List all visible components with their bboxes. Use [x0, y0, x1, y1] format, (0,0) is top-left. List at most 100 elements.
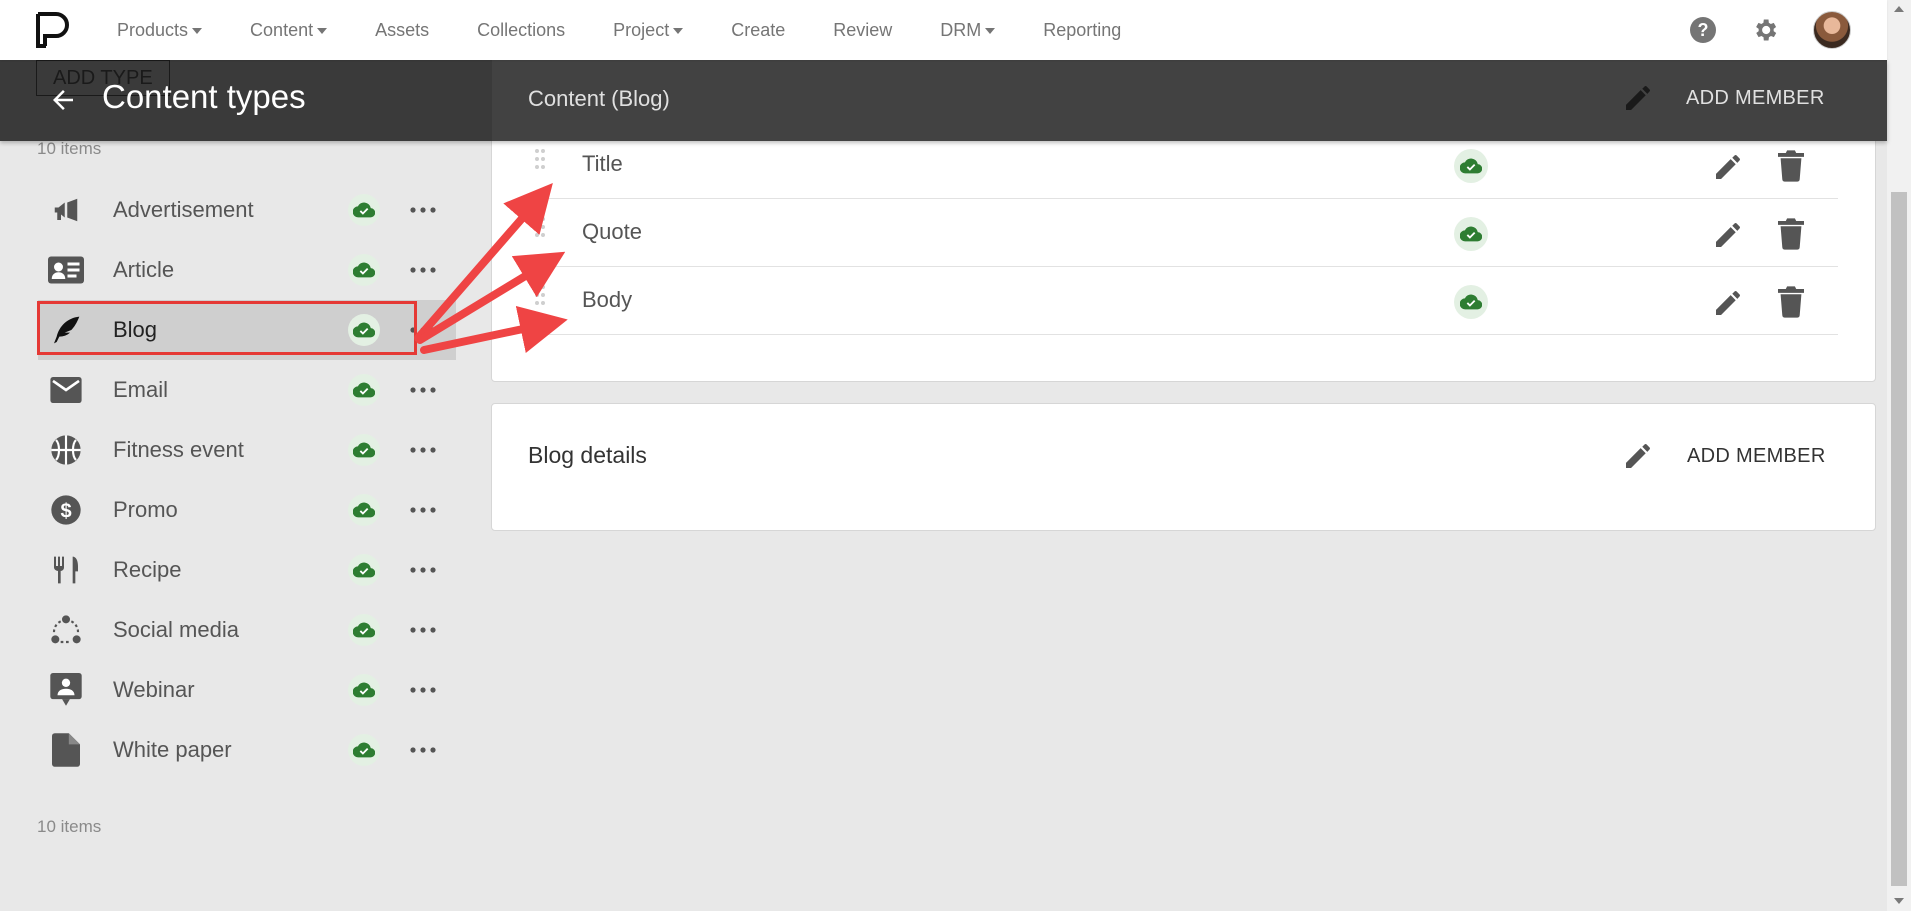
cloud-check-icon — [348, 254, 380, 286]
content-type-advertisement[interactable]: Advertisement — [38, 180, 456, 240]
item-count-top: 10 items — [37, 139, 102, 158]
member-label: Body — [582, 287, 633, 312]
more-options-icon[interactable] — [408, 315, 438, 345]
utensils-icon — [48, 552, 84, 588]
page-title: Content types — [102, 78, 306, 115]
nav-label: Collections — [477, 19, 566, 40]
more-options-icon[interactable] — [408, 675, 438, 705]
scroll-up-icon[interactable] — [1894, 6, 1904, 12]
content-type-label: Recipe — [113, 557, 182, 582]
help-icon[interactable]: ? — [1689, 16, 1717, 44]
delete-trash-icon[interactable] — [1778, 150, 1804, 187]
more-options-icon[interactable] — [408, 435, 438, 465]
more-options-icon[interactable] — [408, 495, 438, 525]
megaphone-icon — [48, 192, 84, 228]
svg-text:?: ? — [1698, 20, 1709, 40]
blog-details-title: Blog details — [528, 442, 647, 468]
cloud-check-icon — [1454, 149, 1488, 183]
member-row-quote: Quote — [492, 199, 1838, 267]
nav-label: Reporting — [1043, 19, 1122, 40]
presenter-icon — [48, 672, 84, 708]
content-type-email[interactable]: Email — [38, 360, 456, 420]
more-options-icon[interactable] — [408, 735, 438, 765]
nav-label: Project — [613, 19, 670, 40]
scroll-down-icon[interactable] — [1894, 898, 1904, 904]
content-type-label: Social media — [113, 617, 239, 642]
nav-right: ? — [1655, 0, 1851, 60]
content-type-label: Email — [113, 377, 169, 402]
edit-pencil-icon[interactable] — [1712, 287, 1744, 324]
delete-trash-icon[interactable] — [1778, 218, 1804, 255]
edit-pencil-icon[interactable] — [1622, 440, 1654, 477]
scrollbar[interactable] — [1887, 0, 1911, 911]
caret-down-icon — [673, 28, 684, 34]
top-navigation: Products Content Assets Collections Project C… — [0, 0, 1887, 60]
add-member-button[interactable]: ADD MEMBER — [1686, 87, 1825, 110]
envelope-icon — [48, 372, 84, 408]
content-type-fitness-event[interactable]: Fitness event — [38, 420, 456, 480]
content-type-promo[interactable]: $ Promo — [38, 480, 456, 540]
more-options-icon[interactable] — [408, 255, 438, 285]
content-type-label: Article — [113, 257, 175, 282]
feather-icon — [48, 312, 84, 348]
nav-content[interactable]: Content — [250, 20, 328, 41]
content-type-label: Promo — [113, 497, 178, 522]
cloud-check-icon — [348, 734, 380, 766]
drag-handle-icon[interactable] — [534, 283, 546, 316]
cloud-check-icon — [348, 614, 380, 646]
more-options-icon[interactable] — [408, 555, 438, 585]
nav-products[interactable]: Products — [117, 20, 203, 41]
nav-assets[interactable]: Assets — [375, 20, 429, 41]
more-options-icon[interactable] — [408, 615, 438, 645]
member-row-body: Body — [492, 267, 1838, 335]
delete-trash-icon[interactable] — [1778, 286, 1804, 323]
more-options-icon[interactable] — [408, 375, 438, 405]
content-type-social-media[interactable]: Social media — [38, 600, 456, 660]
back-arrow-icon[interactable] — [48, 85, 78, 120]
cloud-check-icon — [1454, 217, 1488, 251]
edit-pencil-icon[interactable] — [1712, 219, 1744, 256]
more-options-icon[interactable] — [408, 195, 438, 225]
gear-icon[interactable] — [1751, 16, 1779, 44]
member-label: Quote — [582, 219, 642, 244]
caret-down-icon — [317, 28, 328, 34]
share-network-icon — [48, 612, 84, 648]
user-avatar[interactable] — [1813, 11, 1851, 49]
nav-menu: Products Content Assets Collections Project C… — [117, 0, 1169, 60]
cloud-check-icon — [348, 434, 380, 466]
item-count-bottom: 10 items — [37, 817, 102, 836]
nav-label: Create — [731, 19, 786, 40]
scroll-thumb[interactable] — [1891, 192, 1907, 886]
dollar-icon: $ — [48, 492, 84, 528]
document-icon — [48, 732, 84, 768]
edit-pencil-icon[interactable] — [1622, 82, 1654, 119]
nav-project[interactable]: Project — [613, 19, 684, 41]
svg-text:$: $ — [60, 500, 71, 522]
content-type-webinar[interactable]: Webinar — [38, 660, 456, 720]
add-member-button[interactable]: ADD MEMBER — [1687, 445, 1826, 468]
cloud-check-icon — [1454, 285, 1488, 319]
content-type-label: Blog — [113, 317, 158, 342]
nav-drm[interactable]: DRM — [940, 19, 996, 41]
content-type-article[interactable]: Article — [38, 240, 456, 300]
content-type-label: White paper — [113, 737, 232, 762]
nav-review[interactable]: Review — [833, 20, 892, 41]
drag-handle-icon[interactable] — [534, 147, 546, 180]
edit-pencil-icon[interactable] — [1712, 151, 1744, 188]
cloud-check-icon — [348, 494, 380, 526]
blog-details-panel: Blog details ADD MEMBER — [491, 403, 1876, 531]
nav-reporting[interactable]: Reporting — [1043, 20, 1121, 41]
content-panel-title: Content (Blog) — [528, 86, 670, 111]
content-type-white-paper[interactable]: White paper — [38, 720, 456, 780]
id-card-icon — [48, 252, 84, 288]
nav-create[interactable]: Create — [731, 20, 785, 41]
content-type-label: Advertisement — [113, 197, 254, 222]
content-type-recipe[interactable]: Recipe — [38, 540, 456, 600]
content-type-blog[interactable]: Blog — [37, 300, 456, 360]
drag-handle-icon[interactable] — [534, 215, 546, 248]
avatar — [1813, 11, 1851, 49]
nav-label: Assets — [375, 19, 430, 40]
nav-collections[interactable]: Collections — [477, 20, 565, 41]
pd-logo[interactable] — [34, 12, 70, 48]
nav-label: DRM — [940, 19, 982, 40]
